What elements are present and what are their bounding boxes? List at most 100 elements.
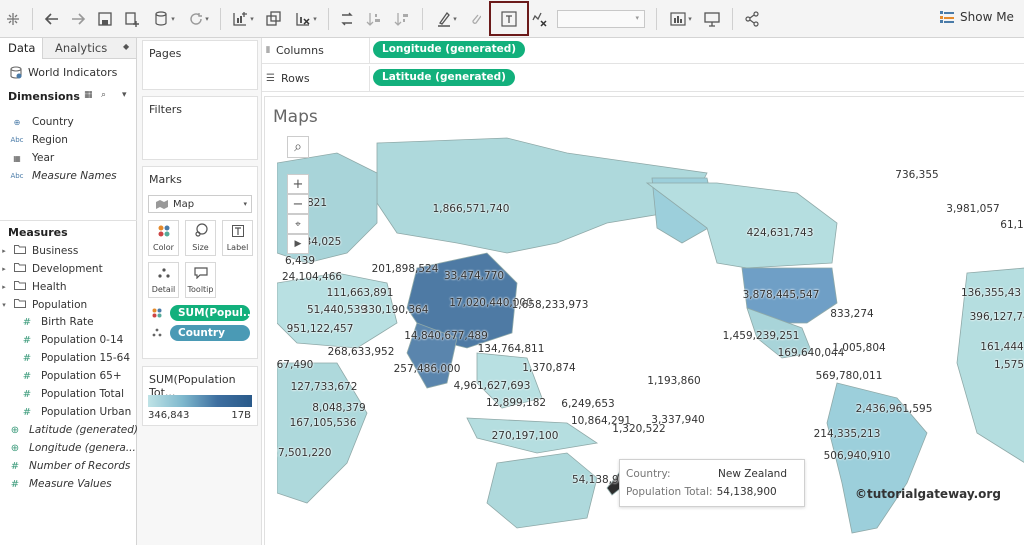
map-value-label: 51,440,539 [306, 304, 368, 316]
measure-folder[interactable]: ▸ Business [0, 244, 78, 257]
tableau-logo-icon[interactable] [4, 8, 22, 30]
new-datasource-icon[interactable] [122, 8, 142, 30]
generated-field[interactable]: # Number of Records [10, 460, 131, 472]
tab-analytics[interactable]: Analytics [55, 38, 107, 59]
map-value-label: 1,370,874 [522, 362, 576, 374]
measure-field[interactable]: # Population Total [22, 388, 124, 400]
measure-field[interactable]: # Birth Rate [22, 316, 94, 328]
generated-field[interactable]: ⊕ Longitude (genera... [10, 442, 136, 454]
show-mark-labels-icon[interactable]: ▾ [666, 8, 696, 30]
group-icon[interactable] [466, 8, 484, 30]
measure-field[interactable]: # Population 65+ [22, 370, 122, 382]
pages-card[interactable]: Pages [142, 40, 258, 90]
number-type-icon: # [10, 478, 20, 490]
duplicate-sheet-icon[interactable] [264, 8, 284, 30]
map-tools-button[interactable]: ▶ [287, 234, 309, 254]
calendar-icon: ▦ [13, 153, 21, 163]
rows-shelf[interactable]: ☰ Rows Latitude (generated) [262, 66, 1024, 92]
new-worksheet-icon[interactable]: ▾ [228, 8, 258, 30]
toolbar: ▾ ▾ ▾ ▾ ▾ ▾ ▾ Show Me [0, 0, 1024, 38]
measure-field[interactable]: # Population Urban [22, 406, 131, 418]
highlight-icon[interactable]: ▾ [432, 8, 462, 30]
tab-data[interactable]: Data [0, 38, 43, 59]
show-me-button[interactable]: Show Me [940, 10, 1014, 24]
generated-field[interactable]: ⊕ Latitude (generated) [10, 424, 138, 436]
search-icon[interactable]: ⌕ [101, 90, 106, 100]
pause-updates-icon[interactable]: ▾ [150, 8, 180, 30]
share-icon[interactable] [742, 8, 762, 30]
refresh-icon[interactable]: ▾ [184, 8, 214, 30]
undo-icon[interactable] [42, 8, 62, 30]
chevron-right-icon[interactable]: ▸ [0, 247, 8, 255]
rows-icon: ☰ [266, 73, 275, 84]
legend-gradient[interactable] [148, 395, 252, 407]
measure-folder[interactable]: ▸ Health [0, 280, 66, 293]
detail-button[interactable]: Detail [148, 262, 179, 298]
map-search-button[interactable]: ⌕ [287, 136, 309, 158]
tooltip-button[interactable]: Tooltip [185, 262, 216, 298]
number-type-icon: # [22, 388, 32, 400]
collapse-pane-icon[interactable]: ◆ [123, 42, 129, 51]
string-type-icon: Abc [10, 172, 24, 180]
detail-icon [157, 267, 170, 282]
data-pane: Data Analytics ◆ World Indicators Dimens… [0, 38, 138, 545]
measure-field-label: Population Total [41, 388, 125, 400]
datasource-item[interactable]: World Indicators [10, 66, 117, 79]
folder-label: Development [32, 262, 103, 275]
zoom-in-button[interactable]: + [287, 174, 309, 194]
zoom-out-button[interactable]: − [287, 194, 309, 214]
longitude-pill[interactable]: Longitude (generated) [373, 41, 526, 58]
map-value-label: 161,444,9 [980, 341, 1024, 353]
string-type-icon: Abc [10, 136, 24, 144]
measure-folder[interactable]: ▾ Population [0, 298, 87, 311]
measure-folder[interactable]: ▸ Development [0, 262, 103, 275]
show-labels-icon[interactable] [499, 8, 519, 30]
folder-icon [14, 262, 26, 275]
sum-population-pill[interactable]: SUM(Popul.. [170, 305, 250, 321]
dimension-field[interactable]: Abc Region [10, 134, 68, 146]
dimension-field[interactable]: Abc Measure Names [10, 170, 116, 182]
reset-map-button[interactable]: ⌖ [287, 214, 309, 234]
measure-field[interactable]: # Population 0-14 [22, 334, 124, 346]
generated-field[interactable]: # Measure Values [10, 478, 112, 490]
measure-field[interactable]: # Population 15-64 [22, 352, 130, 364]
generated-field-label: Longitude (genera... [29, 442, 136, 454]
tooltip-pop-key: Population Total: [626, 486, 713, 498]
presentation-icon[interactable] [702, 8, 722, 30]
map-value-label: 1,459,239,251 [722, 330, 800, 342]
dimension-menu-icon[interactable]: ▾ [122, 90, 127, 100]
map-value-label: 268,633,952 [327, 346, 395, 358]
color-button[interactable]: Color [148, 220, 179, 256]
measure-field-label: Population 15-64 [41, 352, 131, 364]
tooltip-country-value: New Zealand [718, 468, 787, 480]
detail-encoding-icon [152, 328, 162, 341]
chevron-right-icon[interactable]: ▸ [0, 265, 8, 273]
fix-axes-icon[interactable] [528, 8, 550, 30]
redo-icon[interactable] [68, 8, 88, 30]
chevron-right-icon[interactable]: ▸ [0, 283, 8, 291]
size-button[interactable]: Size [185, 220, 216, 256]
dimension-field-label: Region [32, 134, 68, 146]
map-value-label: 270,197,100 [491, 430, 559, 442]
map-value-label: 951,122,457 [286, 323, 354, 335]
country-pill[interactable]: Country [170, 325, 250, 341]
clear-sheet-icon[interactable]: ▾ [290, 8, 322, 30]
filters-card[interactable]: Filters [142, 96, 258, 160]
label-button[interactable]: Label [222, 220, 253, 256]
sort-desc-icon[interactable] [392, 8, 412, 30]
view-data-icon[interactable]: ▦ [84, 90, 93, 100]
globe-icon: ⊕ [10, 424, 20, 436]
save-icon[interactable] [95, 8, 115, 30]
chevron-down-icon[interactable]: ▾ [0, 301, 8, 309]
label-label: Label [226, 243, 249, 252]
dimension-field[interactable]: ▦ Year [10, 152, 54, 164]
sort-asc-icon[interactable] [364, 8, 384, 30]
dimension-field[interactable]: ⊕ Country [10, 116, 74, 128]
swap-icon[interactable] [337, 8, 357, 30]
rows-label: Rows [280, 72, 310, 85]
latitude-pill[interactable]: Latitude (generated) [373, 69, 515, 86]
fit-dropdown[interactable]: ▾ [557, 10, 645, 28]
map-value-label: 3,981,057 [946, 203, 1000, 215]
mark-type-dropdown[interactable]: Map ▾ [148, 195, 252, 213]
columns-shelf[interactable]: ⦀ Columns Longitude (generated) [262, 38, 1024, 64]
